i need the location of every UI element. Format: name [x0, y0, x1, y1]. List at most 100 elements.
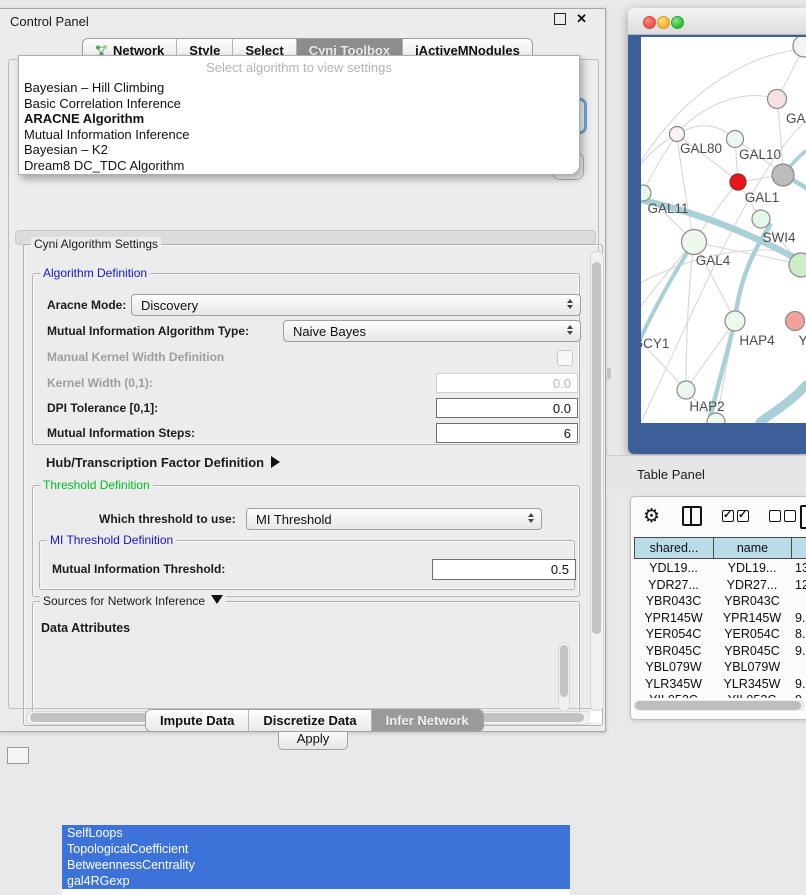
node-label-hap2: HAP2: [689, 399, 724, 414]
network-node-gal[interactable]: [768, 90, 787, 109]
combo-arrows-icon: [567, 325, 573, 335]
network-view-window: GALGAL80GAL10GAL1GAL11GAL4SWI4GCY1HAP4YH…: [628, 8, 806, 454]
table-row[interactable]: YDR27...YDR27...12: [634, 577, 806, 594]
network-node-gal1[interactable]: [730, 174, 746, 190]
table-row[interactable]: YBR045CYBR045C9.: [634, 643, 806, 660]
scrollbar-corner: [590, 711, 602, 723]
mi-type-label: Mutual Information Algorithm Type:: [47, 324, 249, 338]
which-threshold-value: MI Threshold: [256, 512, 332, 527]
network-node-gal10[interactable]: [727, 131, 744, 148]
node-label-gal: GAL: [786, 111, 806, 126]
mi-steps-label: Mutual Information Steps:: [47, 426, 195, 440]
combo-arrows-icon: [567, 299, 573, 309]
table-cell: YDR27...: [634, 578, 713, 592]
network-node-hap4[interactable]: [725, 311, 745, 331]
attributes-scrollbar-thumb[interactable]: [560, 645, 568, 697]
deselect-all-checkboxes-icon[interactable]: [769, 510, 796, 522]
tab-discretize-data[interactable]: Discretize Data: [249, 710, 371, 731]
mac-zoom-icon[interactable]: [671, 16, 684, 29]
network-node[interactable]: [793, 37, 806, 57]
table-row[interactable]: YBL079WYBL079W: [634, 659, 806, 676]
table-row[interactable]: YIL052CYIL052C9.: [634, 692, 806, 698]
sources-group-title[interactable]: Sources for Network Inference: [40, 594, 226, 608]
mi-steps-field[interactable]: 6: [436, 423, 578, 443]
mi-type-value: Naive Bayes: [293, 324, 366, 339]
network-node-y[interactable]: [786, 312, 805, 331]
panel-splitter-handle[interactable]: [607, 368, 611, 379]
network-node-gal80[interactable]: [670, 127, 685, 142]
settings-vscrollbar-thumb[interactable]: [592, 262, 601, 634]
kernel-width-label: Kernel Width (0,1):: [47, 376, 153, 390]
kernel-width-field[interactable]: 0.0: [436, 373, 578, 393]
network-node[interactable]: [772, 164, 794, 186]
table-row[interactable]: YDL19...YDL19...13: [634, 560, 806, 577]
document-icon[interactable]: [800, 505, 806, 529]
table-cell: YLR345W: [713, 677, 791, 691]
kernel-width-value: 0.0: [553, 376, 571, 391]
network-node-gal4[interactable]: [682, 230, 707, 255]
select-all-checkboxes-icon[interactable]: [722, 510, 749, 522]
mac-close-icon[interactable]: [643, 16, 656, 29]
mi-threshold-group-title: MI Threshold Definition: [47, 533, 176, 547]
algorithm-option-mutual-information-inference[interactable]: Mutual Information Inference: [19, 127, 579, 143]
bottom-corner-button[interactable]: [7, 747, 29, 764]
network-node[interactable]: [752, 210, 770, 228]
combo-arrows-icon: [528, 513, 534, 523]
algorithm-option-dream8-dc-tdc-algorithm[interactable]: Dream8 DC_TDC Algorithm: [19, 158, 579, 174]
attribute-item-selfloops[interactable]: SelfLoops: [62, 825, 570, 841]
table-cell: 9.: [791, 644, 806, 658]
which-threshold-combo[interactable]: MI Threshold: [246, 508, 542, 530]
manual-kernel-checkbox[interactable]: [557, 350, 573, 366]
table-row[interactable]: YPR145WYPR145W9.: [634, 610, 806, 627]
mac-minimize-icon[interactable]: [657, 16, 670, 29]
table-cell: 13: [791, 561, 806, 575]
cyni-bottom-tabs: Impute DataDiscretize DataInfer Network: [145, 709, 484, 732]
table-hscrollbar-thumb[interactable]: [635, 701, 801, 710]
table-cell: 12: [791, 578, 806, 592]
network-node-hap2[interactable]: [677, 381, 695, 399]
mi-threshold-value: 0.5: [551, 562, 569, 577]
attribute-item-gal4rgexp[interactable]: gal4RGexp: [62, 873, 570, 889]
data-attributes-list[interactable]: SelfLoopsTopologicalCoefficientBetweenne…: [62, 825, 570, 895]
algorithm-option-aracne-algorithm[interactable]: ARACNE Algorithm: [19, 111, 579, 127]
table-row[interactable]: YBR043CYBR043C: [634, 593, 806, 610]
attribute-item-topologicalcoefficient[interactable]: TopologicalCoefficient: [62, 841, 570, 857]
table-cell: YER054C: [713, 627, 791, 641]
hub-definition-toggle[interactable]: Hub/Transcription Factor Definition: [46, 455, 280, 470]
settings-vertical-scrollbar[interactable]: [590, 251, 604, 711]
tab-impute-data[interactable]: Impute Data: [146, 710, 249, 731]
column-header-hidden[interactable]: [792, 538, 806, 558]
attribute-item-betweennesscentrality[interactable]: BetweennessCentrality: [62, 857, 570, 873]
table-toolbar: ⚙: [631, 497, 806, 535]
network-canvas[interactable]: GALGAL80GAL10GAL1GAL11GAL4SWI4GCY1HAP4YH…: [641, 37, 806, 423]
algorithm-dropdown-popup: Select algorithm to view settings Bayesi…: [18, 55, 580, 175]
algorithm-definition-group: Algorithm Definition Aracne Mode: Discov…: [32, 273, 580, 445]
hub-definition-label: Hub/Transcription Factor Definition: [46, 455, 264, 470]
table-row[interactable]: YER054CYER054C8.: [634, 626, 806, 643]
network-window-titlebar[interactable]: [628, 8, 806, 35]
float-window-icon[interactable]: [554, 13, 566, 25]
split-column-icon[interactable]: [682, 506, 702, 526]
mi-type-combo[interactable]: Naive Bayes: [283, 320, 581, 342]
table-row[interactable]: YLR345WYLR345W9.: [634, 676, 806, 693]
table-cell: 9.: [791, 611, 806, 625]
attributes-scrollbar[interactable]: [558, 642, 570, 712]
node-label-hap4: HAP4: [739, 333, 775, 348]
mi-threshold-field[interactable]: 0.5: [432, 559, 576, 580]
table-horizontal-scrollbar[interactable]: [633, 700, 805, 711]
column-header-shared[interactable]: shared...: [635, 538, 714, 558]
algorithm-option-bayesian-hill-climbing[interactable]: Bayesian – Hill Climbing: [19, 80, 579, 96]
algorithm-option-basic-correlation-inference[interactable]: Basic Correlation Inference: [19, 96, 579, 112]
aracne-mode-combo[interactable]: Discovery: [131, 294, 581, 316]
table-header-row: shared...name: [634, 537, 806, 559]
table-cell: YPR145W: [713, 611, 791, 625]
table-panel-header: Table Panel: [606, 455, 806, 494]
node-label-gal10: GAL10: [739, 147, 781, 162]
tab-infer-network[interactable]: Infer Network: [372, 710, 483, 731]
algorithm-option-bayesian-k2[interactable]: Bayesian – K2: [19, 142, 579, 158]
close-icon[interactable]: ✕: [576, 14, 587, 24]
dpi-tolerance-field[interactable]: 0.0: [436, 398, 578, 418]
column-header-name[interactable]: name: [714, 538, 792, 558]
gear-icon[interactable]: ⚙: [643, 507, 660, 526]
network-node-gal11[interactable]: [641, 185, 651, 201]
